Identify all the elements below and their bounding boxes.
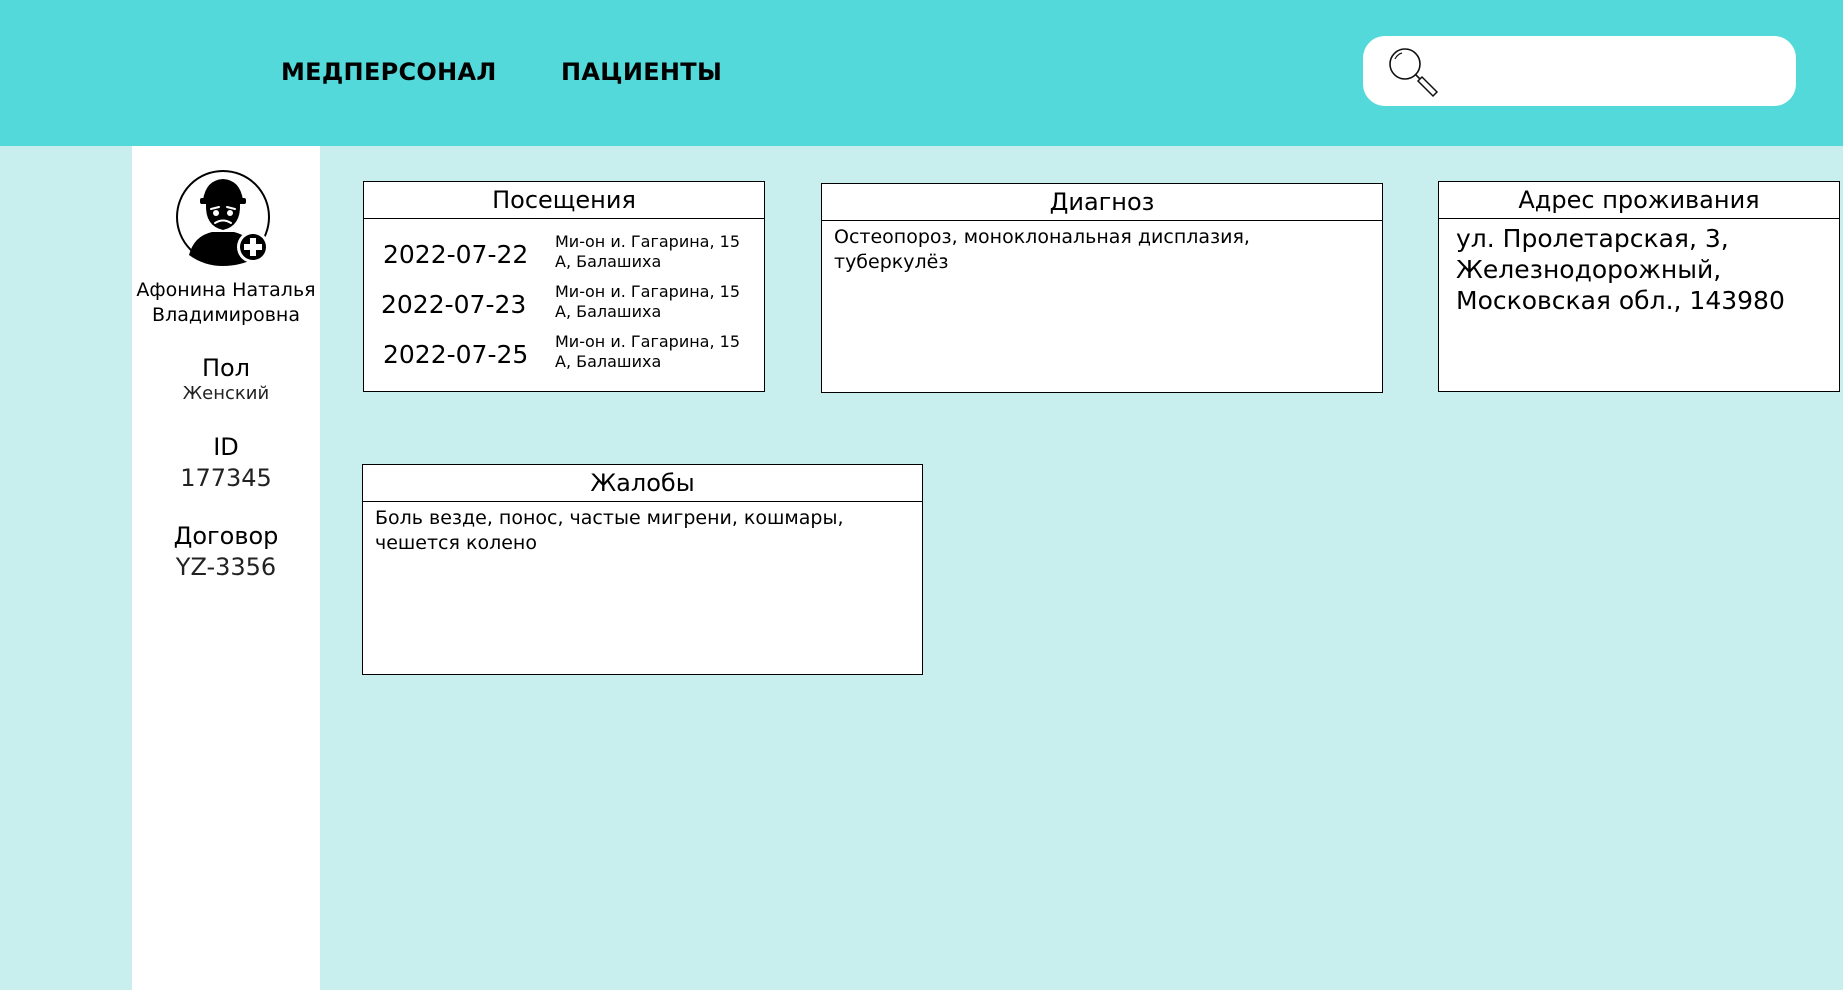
address-card: Адрес проживания ул. Пролетарская, 3, Же… [1438,181,1840,392]
top-bar: МЕДПЕРСОНАЛ ПАЦИЕНТЫ [0,0,1843,146]
patient-sidebar: Афонина Наталья Владимировна Пол Женский… [132,146,320,990]
visit-row: 2022-07-22 Ми-он и. Гагарина, 15 А, Бала… [364,232,764,282]
visits-card: Посещения 2022-07-22 Ми-он и. Гагарина, … [363,181,765,392]
id-value: 177345 [180,464,272,492]
complaints-text: Боль везде, понос, частые мигрени, кошма… [375,507,844,554]
contract-value: YZ-3356 [175,553,277,581]
visit-row: 2022-07-23 Ми-он и. Гагарина, 15 А, Бала… [364,282,764,332]
contract-label: Договор [173,522,279,550]
search-input[interactable] [1453,48,1773,94]
visit-row: 2022-07-25 Ми-он и. Гагарина, 15 А, Бала… [364,332,764,382]
search-icon[interactable] [1385,44,1441,100]
complaints-card: Жалобы Боль везде, понос, частые мигрени… [362,464,923,675]
visit-place: Ми-он и. Гагарина, 15 А, Балашиха [555,232,741,271]
diagnosis-title: Диагноз [822,184,1382,221]
visit-date: 2022-07-22 [383,240,529,269]
address-title: Адрес проживания [1439,182,1839,219]
visits-title: Посещения [364,182,764,219]
search-box[interactable] [1363,36,1796,106]
address-text: ул. Пролетарская, 3, Железнодорожный, Мо… [1456,224,1785,315]
nav-medical-staff[interactable]: МЕДПЕРСОНАЛ [281,58,497,86]
visit-place: Ми-он и. Гагарина, 15 А, Балашиха [555,332,741,371]
complaints-title: Жалобы [363,465,922,502]
id-label: ID [213,433,239,461]
doctor-avatar-icon [176,170,270,266]
gender-label: Пол [201,354,251,382]
diagnosis-card: Диагноз Остеопороз, моноклональная диспл… [821,183,1383,393]
visit-place: Ми-он и. Гагарина, 15 А, Балашиха [555,282,741,321]
nav-patients[interactable]: ПАЦИЕНТЫ [561,58,722,86]
patient-name: Афонина Наталья Владимировна [136,279,316,326]
visit-date: 2022-07-25 [383,340,529,369]
gender-value: Женский [182,383,270,404]
diagnosis-text: Остеопороз, моноклональная дисплазия, ту… [834,226,1250,273]
visit-date: 2022-07-23 [381,290,527,319]
